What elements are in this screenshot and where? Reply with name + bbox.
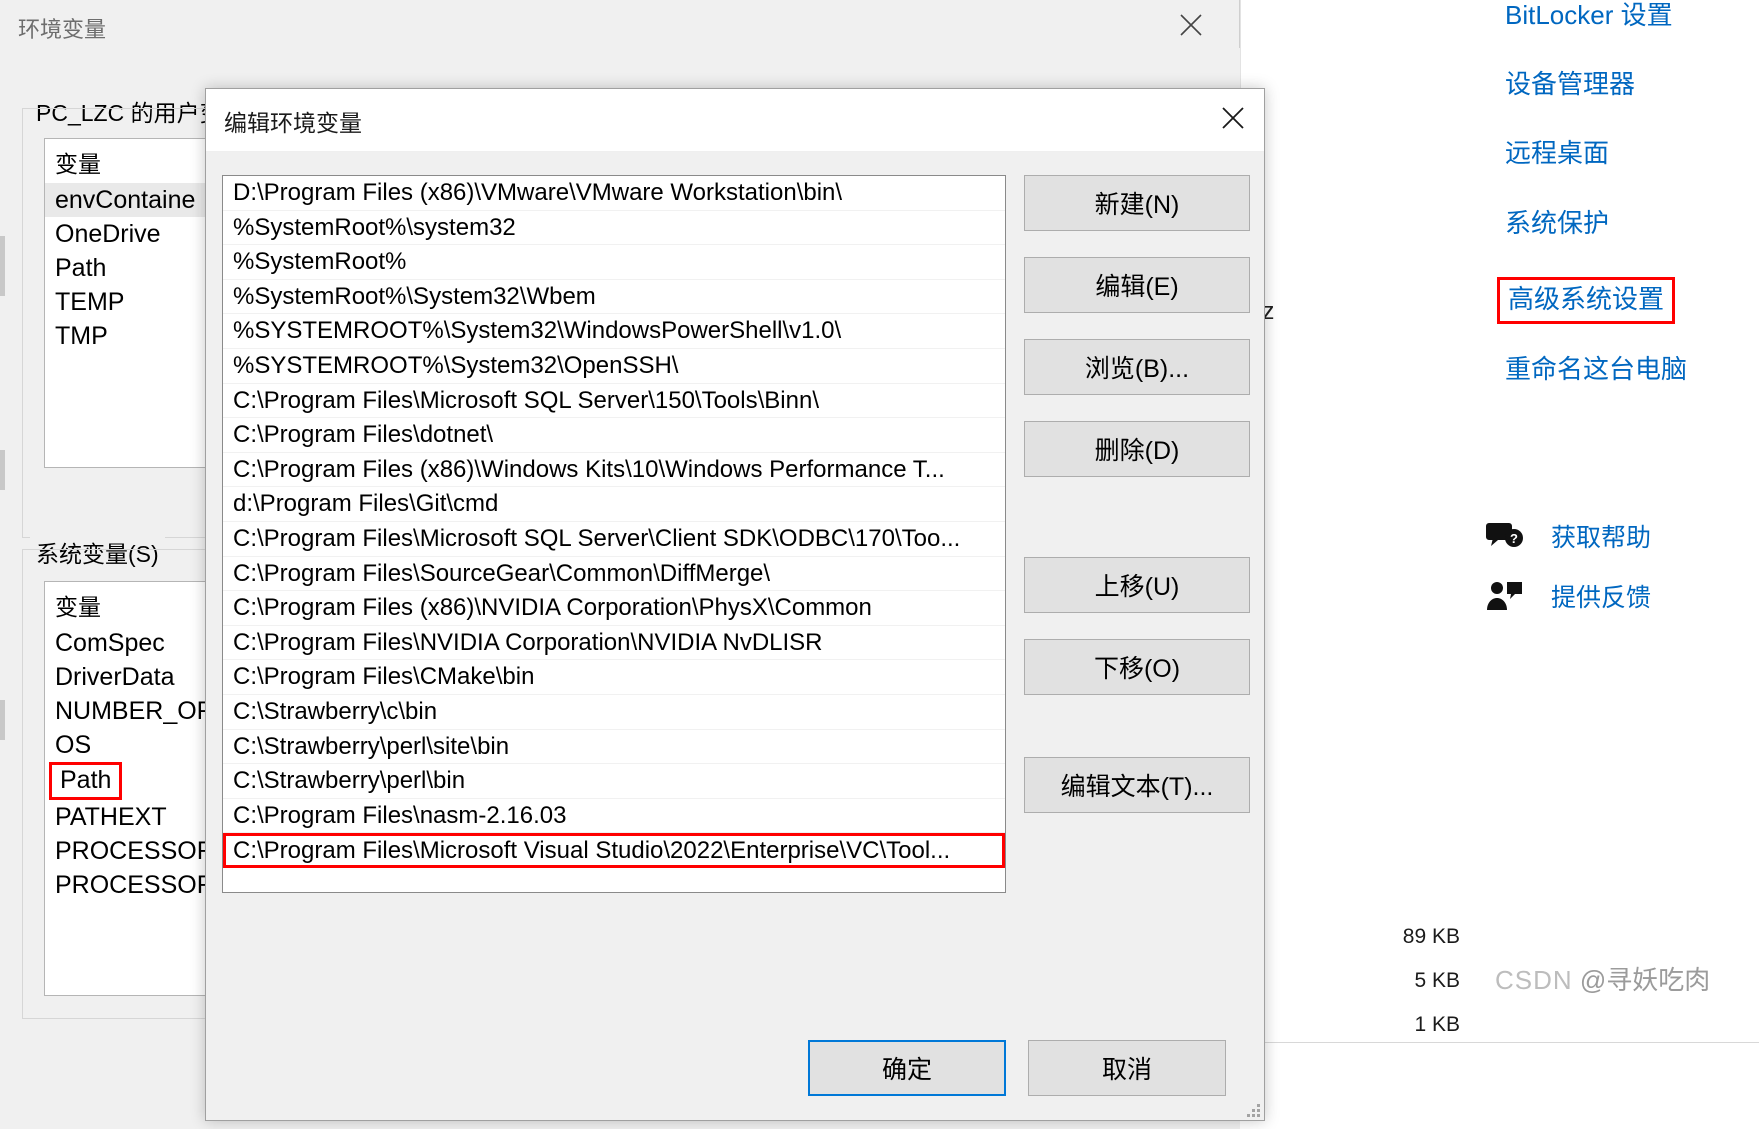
path-list-item[interactable]: %SYSTEMROOT%\System32\OpenSSH\ [223,349,1005,384]
link-remote-desktop[interactable]: 远程桌面 [1505,138,1759,169]
watermark-brand: CSDN [1495,965,1573,995]
close-icon[interactable] [1202,89,1264,147]
path-list-item[interactable]: C:\Strawberry\perl\site\bin [223,730,1005,765]
close-icon[interactable] [1160,3,1222,47]
link-rename-this-pc[interactable]: 重命名这台电脑 [1505,354,1759,385]
path-list-item[interactable]: C:\Program Files\SourceGear\Common\DiffM… [223,557,1005,592]
window-edge-marker [0,450,5,490]
browse-button[interactable]: 浏览(B)... [1024,339,1250,395]
edit-environment-variable-dialog: 编辑环境变量 D:\Program Files (x86)\VMware\VMw… [205,88,1265,1121]
dialog-title: 编辑环境变量 [224,110,362,136]
get-help-row[interactable]: ? 获取帮助 [1485,518,1651,554]
link-advanced-system-settings[interactable]: 高级系统设置 [1497,276,1676,324]
give-feedback-row[interactable]: 提供反馈 [1485,578,1651,614]
file-size-value: 89 KB [1402,925,1460,948]
link-bitlocker-settings[interactable]: BitLocker 设置 [1505,0,1759,31]
settings-horizontal-rule [1240,1042,1759,1043]
edit-button[interactable]: 编辑(E) [1024,257,1250,313]
path-list-item[interactable]: C:\Program Files\Microsoft SQL Server\15… [223,384,1005,419]
path-list-item[interactable]: %SystemRoot% [223,245,1005,280]
svg-text:?: ? [1510,531,1518,546]
new-button[interactable]: 新建(N) [1024,175,1250,231]
window-edge-marker [0,700,5,740]
delete-button[interactable]: 删除(D) [1024,421,1250,477]
screenshot-root: BitLocker 设置 设备管理器 远程桌面 系统保护 高级系统设置 重命名这… [0,0,1759,1129]
cancel-button[interactable]: 取消 [1028,1040,1226,1096]
link-system-protection[interactable]: 系统保护 [1505,208,1759,239]
ok-button[interactable]: 确定 [808,1040,1006,1096]
path-list-item[interactable]: %SYSTEMROOT%\System32\WindowsPowerShell\… [223,314,1005,349]
path-list-item[interactable]: C:\Strawberry\perl\bin [223,764,1005,799]
get-help-label: 获取帮助 [1551,524,1652,552]
csdn-watermark: CSDN @寻妖吃肉 [1495,960,1710,997]
help-links-group: ? 获取帮助 提供反馈 [1485,518,1651,638]
path-list-item[interactable]: D:\Program Files (x86)\VMware\VMware Wor… [223,176,1005,211]
environment-variables-window-title: 环境变量 [18,17,107,42]
link-device-manager[interactable]: 设备管理器 [1505,69,1759,100]
file-size-value: 1 KB [1414,1013,1460,1036]
path-list-item[interactable]: C:\Program Files (x86)\NVIDIA Corporatio… [223,591,1005,626]
dialog-titlebar: 编辑环境变量 [206,89,1264,152]
path-entries-list[interactable]: D:\Program Files (x86)\VMware\VMware Wor… [222,175,1006,893]
related-settings-links: BitLocker 设置 设备管理器 远程桌面 系统保护 高级系统设置 重命名这… [1497,0,1759,423]
help-balloon-icon: ? [1485,519,1525,553]
path-list-item[interactable]: %SystemRoot%\system32 [223,211,1005,246]
file-size-value: 5 KB [1414,969,1460,992]
file-size-column: 89 KB 5 KB 1 KB [1330,915,1460,1047]
give-feedback-label: 提供反馈 [1551,584,1652,612]
path-list-item-highlighted[interactable]: C:\Program Files\Microsoft Visual Studio… [223,833,1005,868]
dialog-footer: 确定 取消 [206,1016,1264,1120]
path-list-item[interactable]: C:\Program Files\dotnet\ [223,418,1005,453]
path-list-item[interactable]: C:\Program Files\NVIDIA Corporation\NVID… [223,626,1005,661]
move-up-button[interactable]: 上移(U) [1024,557,1250,613]
move-down-button[interactable]: 下移(O) [1024,639,1250,695]
path-list-item[interactable]: C:\Program Files\nasm-2.16.03 [223,799,1005,834]
system-variable-row-path[interactable]: Path [49,762,123,800]
path-list-item[interactable]: C:\Program Files (x86)\Windows Kits\10\W… [223,453,1005,488]
path-list-item[interactable]: d:\Program Files\Git\cmd [223,487,1005,522]
dialog-button-column: 新建(N) 编辑(E) 浏览(B)... 删除(D) 上移(U) 下移(O) 编… [1024,175,1250,813]
feedback-person-icon [1485,579,1525,613]
window-edge-marker [0,236,5,296]
resize-grip[interactable] [1242,1099,1260,1117]
edit-text-button[interactable]: 编辑文本(T)... [1024,757,1250,813]
watermark-author: @寻妖吃肉 [1579,965,1711,995]
path-list-item[interactable]: C:\Program Files\CMake\bin [223,660,1005,695]
path-list-item[interactable]: C:\Program Files\Microsoft SQL Server\Cl… [223,522,1005,557]
path-list-item[interactable]: C:\Strawberry\c\bin [223,695,1005,730]
path-list-item[interactable]: %SystemRoot%\System32\Wbem [223,280,1005,315]
